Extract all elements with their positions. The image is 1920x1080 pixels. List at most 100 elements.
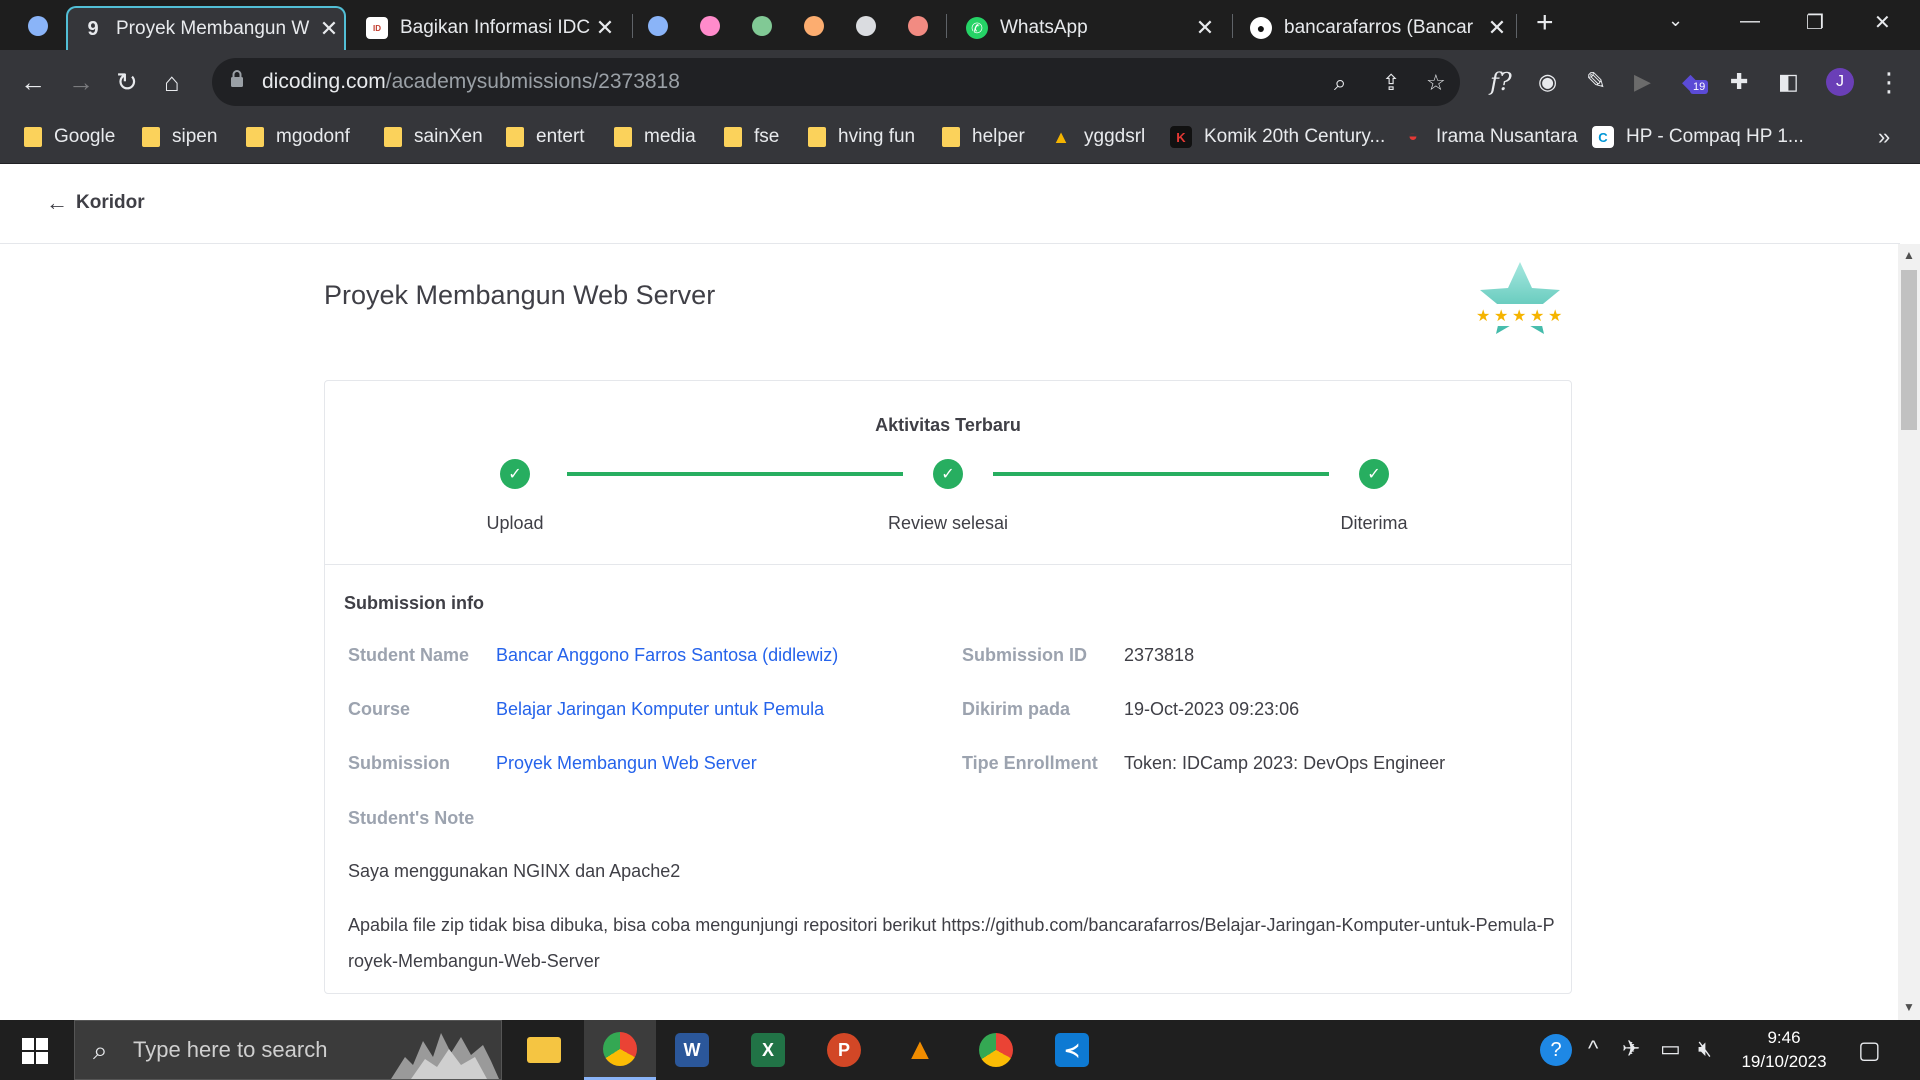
google-drive-icon: ▲ <box>1052 126 1070 147</box>
course-link[interactable]: Belajar Jaringan Komputer untuk Pemula <box>496 699 824 720</box>
tab-whatsapp[interactable]: ✆ WhatsApp ✕ <box>952 6 1220 50</box>
irama-nusantara-icon: ◒ <box>1408 128 1418 145</box>
divider <box>325 564 1571 565</box>
side-panel-icon[interactable]: ◧ <box>1778 66 1799 98</box>
bookmark-star-icon[interactable]: ☆ <box>1426 70 1446 96</box>
tab-group-dot[interactable] <box>648 16 668 36</box>
tab-group-dot[interactable] <box>752 16 772 36</box>
svg-text:★: ★ <box>1548 306 1562 325</box>
bookmark-label: hving fun <box>838 126 916 147</box>
close-tab-icon[interactable]: ✕ <box>590 15 620 41</box>
tab-title: Proyek Membangun W <box>116 18 310 39</box>
bookmark-hp[interactable]: C HP - Compaq HP 1... <box>1592 126 1804 148</box>
graduation-extension-icon[interactable]: ◆ 19 <box>1682 66 1709 98</box>
eyedropper-extension-icon[interactable]: ✎ <box>1586 66 1606 98</box>
tab-github[interactable]: ● bancarafarros (Bancar ✕ <box>1236 6 1512 50</box>
tab-search-icon[interactable]: ⌄ <box>1668 10 1683 31</box>
airplane-mode-icon[interactable]: ✈ <box>1622 1036 1640 1062</box>
play-extension-icon[interactable]: ▶ <box>1634 66 1651 98</box>
page-title: Proyek Membangun Web Server <box>324 280 716 310</box>
page-content: ← Koridor Proyek Membangun Web Server ★ ★… <box>0 164 1920 1020</box>
taskbar-excel[interactable]: X <box>732 1020 804 1080</box>
tray-overflow-chevron-icon[interactable]: ^ <box>1588 1036 1598 1062</box>
battery-icon[interactable]: ▭ <box>1660 1036 1681 1062</box>
bookmark-label: Google <box>54 126 116 147</box>
close-tab-icon[interactable]: ✕ <box>1482 15 1512 41</box>
folder-icon <box>724 127 742 147</box>
bookmark-drive[interactable]: ▲ yggdsrl <box>1050 126 1145 148</box>
windows-start-icon[interactable] <box>22 1038 48 1064</box>
step-label-accepted: Diterima <box>1340 513 1408 533</box>
close-tab-icon[interactable]: ✕ <box>1190 15 1220 41</box>
cursor-extension-icon[interactable]: ◉ <box>1538 66 1557 98</box>
student-name-link[interactable]: Bancar Anggono Farros Santosa (didlewiz) <box>496 645 838 666</box>
zoom-icon[interactable]: ⌕ <box>1334 70 1346 96</box>
minimize-icon[interactable]: — <box>1740 10 1760 33</box>
tab-group-dot[interactable] <box>804 16 824 36</box>
taskbar-vscode[interactable]: ≺ <box>1036 1020 1108 1080</box>
tab-idcamp[interactable]: ID Bagikan Informasi IDCa ✕ <box>352 6 620 50</box>
extensions-puzzle-icon[interactable]: ✚ <box>1730 66 1748 98</box>
reload-icon[interactable]: ↻ <box>116 66 138 98</box>
lock-icon[interactable] <box>230 70 244 88</box>
windows-taskbar: ⌕ Type here to search W X P ▲ ≺ ? ^ ✈ ▭ … <box>0 1020 1920 1080</box>
page-scrollbar[interactable]: ▲ ▼ <box>1898 244 1920 1020</box>
restore-icon[interactable]: ❐ <box>1806 10 1824 35</box>
menu-kebab-icon[interactable]: ⋮ <box>1876 66 1902 98</box>
forward-icon[interactable]: → <box>68 66 94 98</box>
taskbar-file-explorer[interactable] <box>508 1020 580 1080</box>
scrollbar-thumb[interactable] <box>1901 270 1917 430</box>
taskbar-chrome[interactable] <box>584 1020 656 1080</box>
submission-link[interactable]: Proyek Membangun Web Server <box>496 753 757 774</box>
tab-group-dot[interactable] <box>856 16 876 36</box>
profile-avatar[interactable]: J <box>1826 68 1854 96</box>
bookmark-folder[interactable]: sipen <box>142 126 217 148</box>
profile-initial: J <box>1836 73 1844 90</box>
tab-title: bancarafarros (Bancar <box>1284 17 1474 38</box>
back-icon[interactable]: ← <box>20 66 46 98</box>
bookmark-label: helper <box>972 126 1025 147</box>
bookmark-folder[interactable]: mgodonf <box>246 126 350 148</box>
submission-card: Aktivitas Terbaru ✓ ✓ ✓ Upload Review se… <box>324 380 1572 994</box>
bookmark-irama[interactable]: ◒ Irama Nusantara <box>1402 126 1578 148</box>
sent-at-value: 19-Oct-2023 09:23:06 <box>1124 699 1300 719</box>
address-bar[interactable]: dicoding.com/academysubmissions/2373818 … <box>212 58 1460 106</box>
scroll-up-icon[interactable]: ▲ <box>1903 248 1915 262</box>
help-icon[interactable]: ? <box>1540 1034 1572 1066</box>
taskbar-vlc[interactable]: ▲ <box>884 1020 956 1080</box>
home-icon[interactable]: ⌂ <box>164 66 180 98</box>
new-tab-icon[interactable]: + <box>1536 6 1554 40</box>
bookmark-folder[interactable]: hving fun <box>808 126 915 148</box>
tab-dicoding[interactable]: 9 Proyek Membangun W ✕ <box>66 6 346 50</box>
back-to-koridor-link[interactable]: ← Koridor <box>46 190 145 216</box>
share-icon[interactable]: ⇪ <box>1382 70 1400 96</box>
submission-id-label: Submission ID <box>962 645 1088 665</box>
tab-group-dot[interactable] <box>700 16 720 36</box>
bookmark-label: Irama Nusantara <box>1436 126 1578 147</box>
bookmark-folder[interactable]: sainXen <box>384 126 483 148</box>
notifications-icon[interactable]: ▢ <box>1858 1036 1881 1065</box>
scroll-down-icon[interactable]: ▼ <box>1903 1000 1915 1014</box>
speaker-muted-icon[interactable]: 🔇︎ <box>1698 1036 1712 1062</box>
folder-icon <box>506 127 524 147</box>
window-close-icon[interactable]: ✕ <box>1874 10 1891 35</box>
clock-date: 19/10/2023 <box>1741 1052 1827 1071</box>
system-clock[interactable]: 9:46 19/10/2023 <box>1730 1026 1838 1074</box>
bookmark-komik[interactable]: K Komik 20th Century... <box>1170 126 1385 148</box>
formula-extension-icon[interactable]: f? <box>1490 66 1512 98</box>
taskbar-chrome-profile[interactable] <box>960 1020 1032 1080</box>
bookmark-folder[interactable]: helper <box>942 126 1025 148</box>
step-label-upload: Upload <box>486 513 544 533</box>
close-tab-icon[interactable]: ✕ <box>314 16 344 42</box>
more-bookmarks-icon[interactable]: » <box>1878 124 1890 150</box>
bookmark-folder[interactable]: Google <box>24 126 115 148</box>
tab-group-dot[interactable] <box>28 16 48 36</box>
bookmark-folder[interactable]: fse <box>724 126 779 148</box>
taskbar-word[interactable]: W <box>656 1020 728 1080</box>
bookmark-folder[interactable]: media <box>614 126 696 148</box>
activity-title: Aktivitas Terbaru <box>875 415 1021 435</box>
tab-group-dot[interactable] <box>908 16 928 36</box>
taskbar-search-box[interactable]: ⌕ Type here to search <box>74 1020 502 1080</box>
taskbar-powerpoint[interactable]: P <box>808 1020 880 1080</box>
bookmark-folder[interactable]: entert <box>506 126 585 148</box>
